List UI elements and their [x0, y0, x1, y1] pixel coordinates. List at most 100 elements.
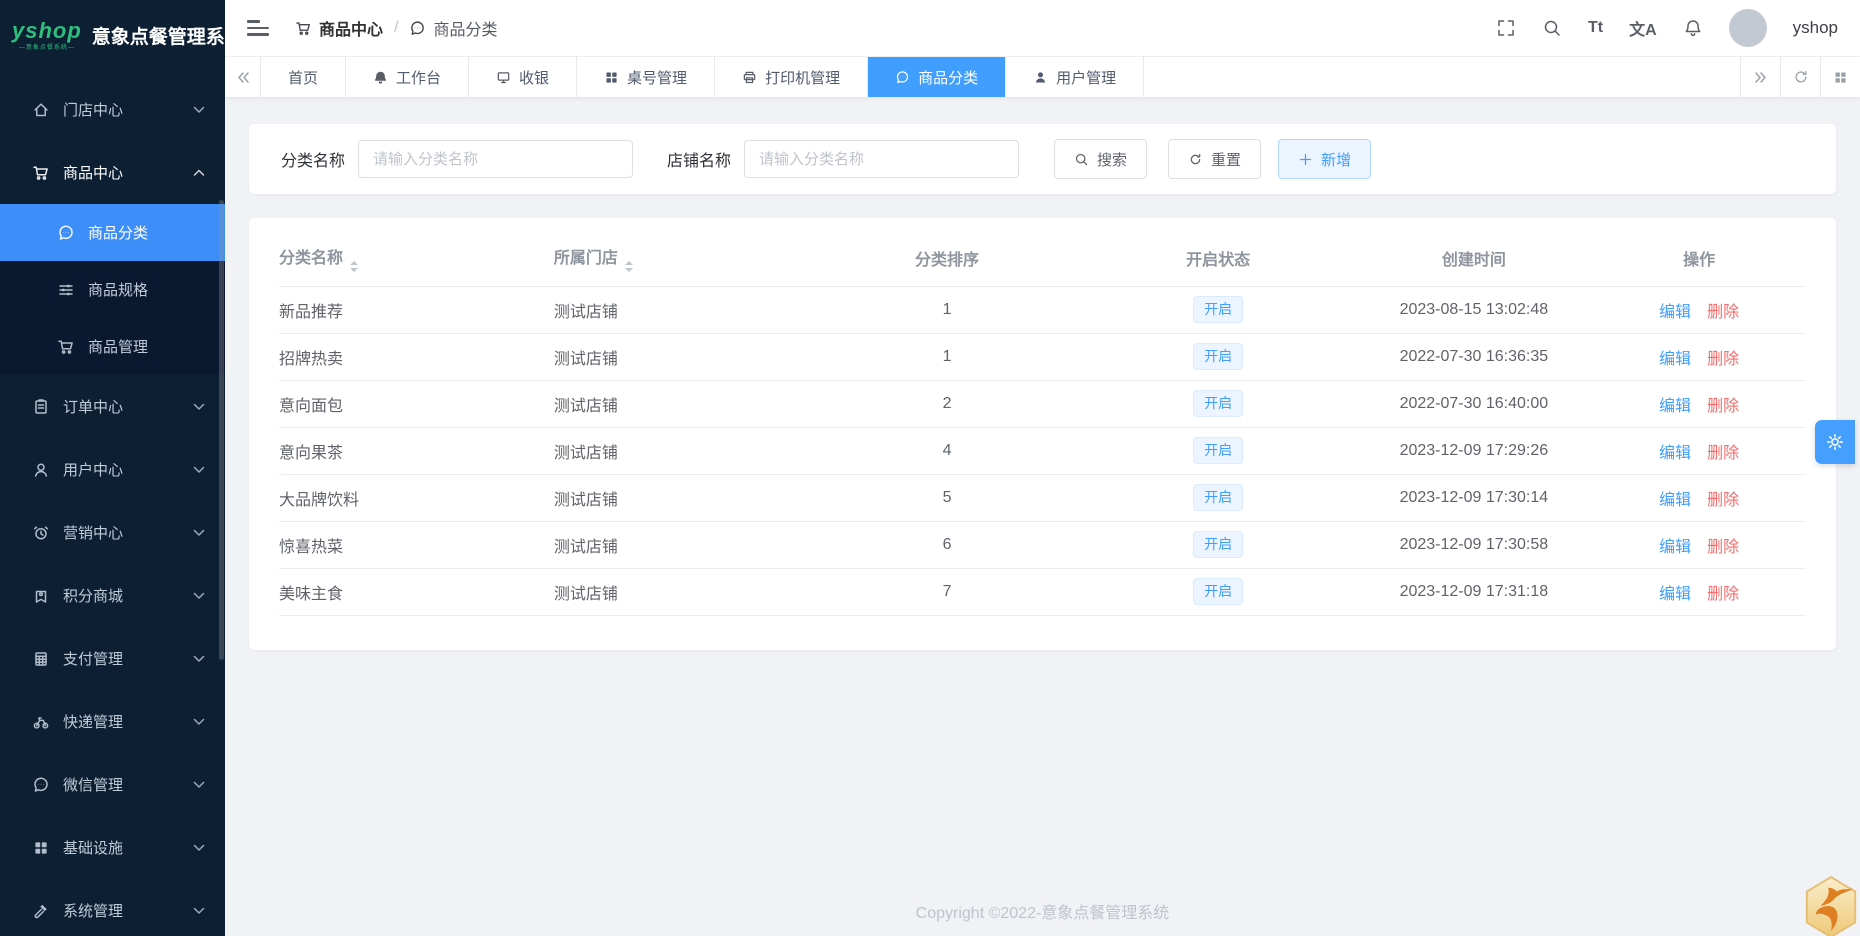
- logo-row[interactable]: yshop —意象点餐系统— 意象点餐管理系统: [0, 0, 225, 70]
- status-badge: 开启: [1193, 531, 1244, 558]
- bell-icon: [374, 71, 387, 84]
- tab-workbench[interactable]: 工作台: [346, 57, 470, 97]
- sidebar: yshop —意象点餐系统— 意象点餐管理系统 门店中心 商品中心 商品分类: [0, 0, 225, 936]
- sidebar-item-order-center[interactable]: 订单中心: [0, 375, 225, 438]
- yshop-logo: yshop —意象点餐系统—: [12, 17, 82, 51]
- username[interactable]: yshop: [1793, 18, 1838, 38]
- bird-extension-badge[interactable]: [1802, 875, 1860, 936]
- edit-link[interactable]: 编辑: [1659, 539, 1691, 556]
- breadcrumb-product-center[interactable]: 商品中心: [295, 16, 383, 40]
- home-icon: [34, 102, 48, 116]
- chevron-down-icon: [193, 781, 205, 788]
- clipboard-icon: [35, 398, 47, 414]
- reset-button[interactable]: 重置: [1168, 139, 1262, 179]
- sidebar-item-marketing-center[interactable]: 营销中心: [0, 501, 225, 564]
- table-row: 招牌热卖 测试店铺 1 开启 2022-07-30 16:36:35 编辑 删除: [279, 333, 1806, 381]
- cart-icon: [58, 339, 73, 354]
- tabbar: 首页 工作台 收银 桌号管理 打印机管理 商品分类 用户管理: [225, 57, 1860, 97]
- delete-link[interactable]: 删除: [1707, 539, 1739, 556]
- translate-icon[interactable]: 文A: [1629, 16, 1657, 40]
- breadcrumb-separator: /: [394, 19, 399, 36]
- edit-link[interactable]: 编辑: [1659, 398, 1691, 415]
- sidebar-subitem-product-spec[interactable]: 商品规格: [0, 261, 225, 318]
- cart-icon: [33, 165, 48, 180]
- sidebar-subitem-product-category[interactable]: 商品分类: [0, 204, 225, 261]
- status-badge: 开启: [1193, 437, 1244, 464]
- delete-link[interactable]: 删除: [1707, 304, 1739, 321]
- store-name-input[interactable]: [744, 140, 1020, 178]
- sidebar-subitem-product-manage[interactable]: 商品管理: [0, 318, 225, 375]
- edit-link[interactable]: 编辑: [1659, 586, 1691, 603]
- chevron-down-icon: [193, 655, 205, 662]
- status-badge: 开启: [1193, 578, 1244, 605]
- delete-link[interactable]: 删除: [1707, 398, 1739, 415]
- tab-user-manage[interactable]: 用户管理: [1006, 57, 1145, 97]
- bell-icon[interactable]: [1683, 18, 1703, 38]
- fullscreen-icon[interactable]: [1496, 18, 1516, 38]
- avatar[interactable]: [1728, 9, 1767, 47]
- tabs-layout-icon[interactable]: [1820, 57, 1860, 97]
- add-button[interactable]: 新增: [1278, 139, 1372, 179]
- status-badge: 开启: [1193, 484, 1244, 511]
- user-icon: [34, 463, 48, 477]
- font-size-icon[interactable]: Tt: [1588, 19, 1603, 37]
- tab-cashier[interactable]: 收银: [469, 57, 578, 97]
- table-row: 新品推荐 测试店铺 1 开启 2023-08-15 13:02:48 编辑 删除: [279, 286, 1806, 334]
- store-name-label: 店铺名称: [667, 153, 732, 170]
- col-created: 创建时间: [1355, 230, 1593, 287]
- delete-link[interactable]: 删除: [1707, 351, 1739, 368]
- sidebar-scrollbar[interactable]: [219, 200, 224, 660]
- grid-icon: [606, 72, 617, 83]
- header-actions: Tt 文A yshop: [1496, 9, 1838, 47]
- category-table: 分类名称 所属门店 分类排序 开启状态 创建时间 操作 新品推荐 测试店铺 1 …: [279, 230, 1806, 616]
- app-title: 意象点餐管理系统: [91, 26, 225, 48]
- sidebar-item-payment-manage[interactable]: 支付管理: [0, 627, 225, 690]
- edit-link[interactable]: 编辑: [1659, 304, 1691, 321]
- delete-link[interactable]: 删除: [1707, 492, 1739, 509]
- edit-link[interactable]: 编辑: [1659, 445, 1691, 462]
- tabs-scroll-right-icon[interactable]: [1740, 57, 1780, 97]
- tabs-scroll-left-icon[interactable]: [225, 57, 261, 97]
- comment-icon: [896, 70, 909, 83]
- status-badge: 开启: [1193, 390, 1244, 417]
- table-row: 大品牌饮料 测试店铺 5 开启 2023-12-09 17:30:14 编辑 删除: [279, 474, 1806, 522]
- plus-icon: [1299, 153, 1312, 165]
- delete-link[interactable]: 删除: [1707, 586, 1739, 603]
- sidebar-item-system-manage[interactable]: 系统管理: [0, 879, 225, 936]
- edit-link[interactable]: 编辑: [1659, 351, 1691, 368]
- table-row: 意向面包 测试店铺 2 开启 2022-07-30 16:40:00 编辑 删除: [279, 380, 1806, 428]
- comment-icon: [59, 225, 73, 240]
- tab-home[interactable]: 首页: [261, 57, 347, 97]
- edit-link[interactable]: 编辑: [1659, 492, 1691, 509]
- collapse-sidebar-icon[interactable]: [247, 16, 269, 40]
- breadcrumb-product-category[interactable]: 商品分类: [409, 16, 497, 40]
- tab-printer-manage[interactable]: 打印机管理: [715, 57, 869, 97]
- gear-icon: [1826, 433, 1844, 451]
- content-area: 分类名称 店铺名称 搜索 重置 新增: [225, 97, 1860, 936]
- sidebar-item-infrastructure[interactable]: 基础设施: [0, 816, 225, 879]
- delete-link[interactable]: 删除: [1707, 445, 1739, 462]
- sort-icon[interactable]: [350, 260, 359, 272]
- settings-panel-button[interactable]: [1815, 420, 1855, 464]
- tabs-refresh-icon[interactable]: [1780, 57, 1820, 97]
- sidebar-item-express-manage[interactable]: 快递管理: [0, 690, 225, 753]
- sidebar-item-wechat-manage[interactable]: 微信管理: [0, 753, 225, 816]
- search-button[interactable]: 搜索: [1054, 139, 1148, 179]
- col-actions: 操作: [1592, 230, 1806, 287]
- app-root: yshop —意象点餐系统— 意象点餐管理系统 门店中心 商品中心 商品分类: [0, 0, 1860, 936]
- chevron-down-icon: [193, 718, 205, 725]
- tab-product-category[interactable]: 商品分类: [868, 57, 1007, 97]
- tabbar-controls: [1740, 57, 1860, 97]
- category-name-input[interactable]: [358, 140, 634, 178]
- search-icon[interactable]: [1542, 18, 1562, 38]
- tab-table-manage[interactable]: 桌号管理: [577, 57, 716, 97]
- sidebar-item-points-mall[interactable]: 积分商城: [0, 564, 225, 627]
- sidebar-item-store-center[interactable]: 门店中心: [0, 78, 225, 141]
- sort-icon[interactable]: [624, 260, 633, 272]
- calculator-icon: [35, 651, 47, 666]
- sidebar-item-user-center[interactable]: 用户中心: [0, 438, 225, 501]
- comment-icon: [34, 777, 48, 792]
- sidebar-item-product-center[interactable]: 商品中心: [0, 141, 225, 204]
- sliders-icon: [59, 284, 73, 295]
- status-badge: 开启: [1193, 343, 1244, 370]
